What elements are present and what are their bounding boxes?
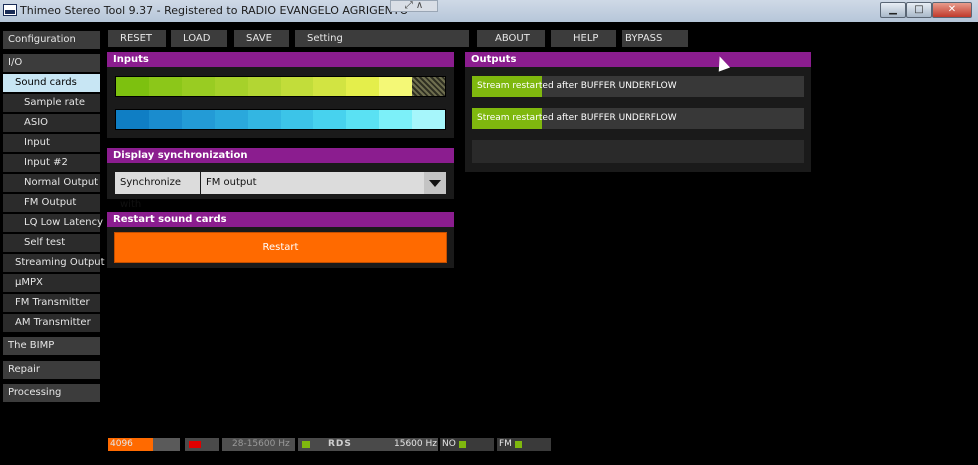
meter-segment bbox=[181, 77, 215, 96]
meter-segment bbox=[412, 110, 446, 129]
meter-segment bbox=[148, 77, 182, 96]
close-button[interactable]: ✕ bbox=[932, 2, 972, 18]
meter-segment bbox=[280, 110, 314, 129]
meter-segment bbox=[116, 77, 149, 96]
restart-panel: Restart sound cards Restart bbox=[107, 212, 454, 268]
reset-button[interactable]: RESET bbox=[108, 30, 166, 47]
meter-segment bbox=[247, 77, 281, 96]
outputs-title: Outputs bbox=[465, 52, 811, 67]
sidebar-item-io[interactable]: I/O bbox=[3, 54, 100, 72]
sidebar-item-self-test[interactable]: Self test bbox=[3, 234, 100, 252]
restart-title: Restart sound cards bbox=[107, 212, 454, 227]
sidebar-item-fm-transmitter[interactable]: FM Transmitter bbox=[3, 294, 100, 312]
output-status-text: Stream restarted after BUFFER UNDERFLOW bbox=[477, 113, 677, 123]
no-led bbox=[459, 441, 466, 448]
frequency-range-text: 28-15600 Hz bbox=[232, 439, 290, 449]
buffer-meter: 4096 bbox=[108, 438, 180, 451]
buffer-value: 4096 bbox=[110, 439, 133, 449]
meter-segment bbox=[181, 110, 215, 129]
bandwidth-value: 15600 Hz bbox=[394, 439, 437, 449]
output-row: Stream restarted after BUFFER UNDERFLOW bbox=[472, 108, 804, 129]
meter-segment bbox=[313, 77, 347, 96]
inputs-panel: Inputs bbox=[107, 52, 454, 138]
help-button[interactable]: HELP bbox=[551, 30, 616, 47]
meter-segment bbox=[379, 110, 413, 129]
sidebar-item-sample-rate[interactable]: Sample rate bbox=[3, 94, 100, 112]
meter-segment bbox=[313, 110, 347, 129]
load-button[interactable]: LOAD bbox=[171, 30, 227, 47]
meter-segment bbox=[116, 110, 149, 129]
clip-indicator bbox=[185, 438, 219, 451]
sidebar-item-lq-low-latency[interactable]: LQ Low Latency bbox=[3, 214, 103, 232]
fm-led bbox=[515, 441, 522, 448]
sidebar-item-configuration[interactable]: Configuration bbox=[3, 31, 100, 49]
meter-segment bbox=[214, 77, 248, 96]
rds-led bbox=[302, 441, 310, 448]
chevron-down-icon[interactable] bbox=[424, 172, 446, 194]
sidebar-item-input-2[interactable]: Input #2 bbox=[3, 154, 100, 172]
sidebar-item-normal-output[interactable]: Normal Output bbox=[3, 174, 100, 192]
sidebar-item-streaming-output[interactable]: Streaming Output bbox=[3, 254, 105, 272]
mini-window-controls[interactable]: ⤢ ∧ bbox=[390, 0, 438, 12]
sidebar-item-repair[interactable]: Repair bbox=[3, 361, 100, 379]
display-sync-panel: Display synchronization Synchronize with… bbox=[107, 148, 454, 210]
minimize-button[interactable]: ▁ bbox=[880, 2, 906, 18]
output-status-text: Stream restarted after BUFFER UNDERFLOW bbox=[477, 81, 677, 91]
bypass-button[interactable]: BYPASS bbox=[622, 30, 688, 47]
sidebar-item-input[interactable]: Input bbox=[3, 134, 100, 152]
no-label: NO bbox=[442, 439, 456, 449]
output-row: Stream restarted after BUFFER UNDERFLOW bbox=[472, 76, 804, 97]
restart-button[interactable]: Restart bbox=[114, 232, 447, 263]
setting-button[interactable]: Setting bbox=[295, 30, 469, 47]
inputs-title: Inputs bbox=[107, 52, 454, 67]
meter-segment bbox=[148, 110, 182, 129]
fm-label: FM bbox=[499, 439, 512, 449]
sidebar-item-am-transmitter[interactable]: AM Transmitter bbox=[3, 314, 100, 332]
sidebar-item-sound-cards[interactable]: Sound cards bbox=[3, 74, 100, 92]
meter-segment bbox=[214, 110, 248, 129]
window-title: Thimeo Stereo Tool 9.37 - Registered to … bbox=[20, 4, 409, 17]
sync-dropdown-value: FM output bbox=[206, 177, 257, 188]
input-level-meter-right bbox=[115, 109, 446, 130]
input-level-meter-left bbox=[115, 76, 446, 97]
outputs-panel: Outputs Stream restarted after BUFFER UN… bbox=[465, 52, 811, 172]
meter-segment bbox=[346, 77, 380, 96]
meter-segment bbox=[280, 77, 314, 96]
frequency-range: 28-15600 Hz bbox=[222, 438, 295, 451]
clip-led bbox=[189, 441, 201, 448]
maximize-button[interactable]: □ bbox=[906, 2, 932, 18]
meter-segment bbox=[346, 110, 380, 129]
app-icon bbox=[3, 4, 17, 16]
about-button[interactable]: ABOUT bbox=[477, 30, 545, 47]
sync-label: Synchronize with bbox=[115, 172, 200, 210]
sync-dropdown[interactable]: FM output bbox=[201, 172, 446, 194]
fm-status: FM bbox=[497, 438, 551, 451]
rds-status: RDS 15600 Hz bbox=[298, 438, 438, 451]
meter-headroom bbox=[412, 77, 446, 96]
title-bar: Thimeo Stereo Tool 9.37 - Registered to … bbox=[0, 0, 978, 22]
meter-segment bbox=[247, 110, 281, 129]
output-row bbox=[472, 140, 804, 163]
sidebar-item-fm-output[interactable]: FM Output bbox=[3, 194, 100, 212]
display-sync-title: Display synchronization bbox=[107, 148, 454, 163]
rds-label: RDS bbox=[328, 439, 352, 449]
sidebar-item-bimp[interactable]: The BIMP bbox=[3, 337, 100, 355]
sidebar-item-processing[interactable]: Processing bbox=[3, 384, 100, 402]
save-button[interactable]: SAVE bbox=[234, 30, 289, 47]
sidebar-item-asio[interactable]: ASIO bbox=[3, 114, 100, 132]
no-status: NO bbox=[440, 438, 494, 451]
sidebar-item-umpx[interactable]: µMPX bbox=[3, 274, 100, 292]
meter-segment bbox=[379, 77, 413, 96]
